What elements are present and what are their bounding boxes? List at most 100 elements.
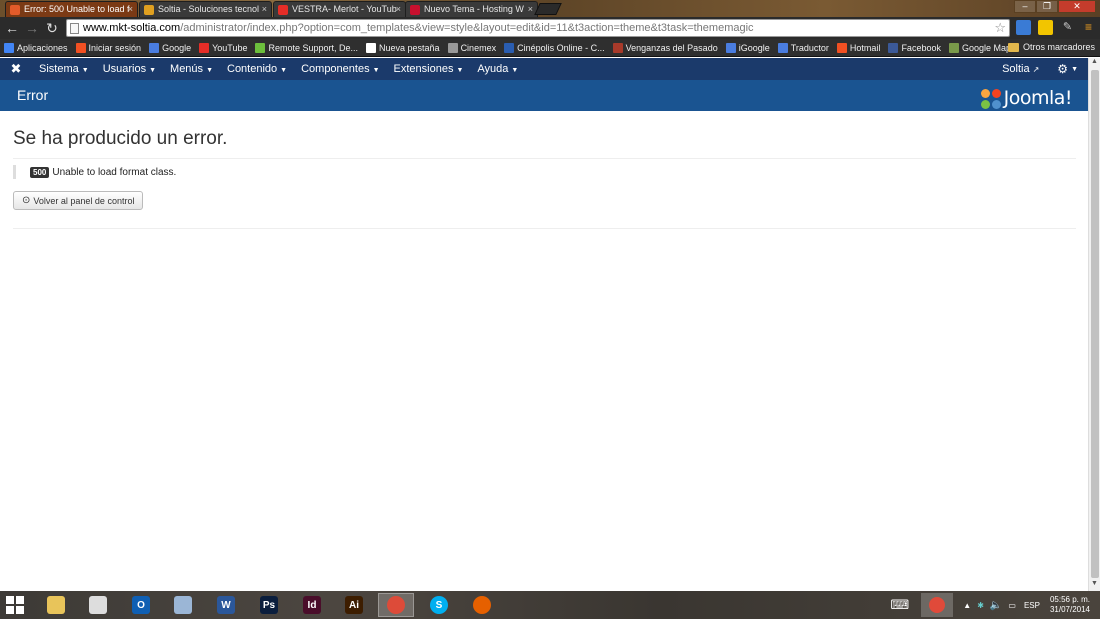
nav-menu-item[interactable]: Componentes ▼ (294, 63, 386, 75)
bookmark-item[interactable]: Iniciar sesión (75, 42, 141, 53)
chevron-down-icon: ▼ (511, 67, 519, 74)
maximize-icon[interactable]: ❐ (1036, 0, 1058, 13)
taskbar-app-explorer[interactable] (38, 593, 74, 617)
taskbar-app-word[interactable]: W (208, 593, 244, 617)
bookmark-item[interactable]: Remote Support, De... (255, 42, 358, 53)
forward-arrow-icon[interactable]: → (24, 20, 40, 36)
browser-tab[interactable]: Soltia - Soluciones tecnol × (139, 1, 272, 17)
vertical-scrollbar[interactable]: ▲ ▼ (1088, 58, 1100, 591)
bookmark-favicon-icon (504, 42, 515, 53)
scroll-down-icon[interactable]: ▼ (1089, 580, 1100, 591)
tab-close-icon[interactable]: × (396, 2, 401, 17)
bookmark-item[interactable]: Aplicaciones (4, 42, 68, 53)
pen-icon[interactable]: ✎ (1060, 20, 1075, 35)
explorer-icon (47, 596, 65, 614)
tab-title: Error: 500 Unable to load f (24, 4, 130, 14)
chrome-menu-icon[interactable]: ≡ (1081, 20, 1096, 35)
taskbar-app-chrome[interactable] (378, 593, 414, 617)
extension-notes-icon[interactable] (1038, 20, 1053, 35)
taskbar-app-skype[interactable]: S (421, 593, 457, 617)
bookmark-favicon-icon (199, 42, 210, 53)
other-bookmarks[interactable]: Otros marcadores (1007, 42, 1095, 52)
taskbar-app-indesign[interactable]: Id (294, 593, 330, 617)
network-tray-icon[interactable]: ✱ (977, 601, 984, 610)
browser-tab[interactable]: Error: 500 Unable to load f × (5, 1, 138, 17)
nav-menu-item[interactable]: Usuarios ▼ (96, 63, 163, 75)
bookmark-label: Venganzas del Pasado (625, 42, 718, 53)
bookmarks-bar: Aplicaciones Iniciar sesión Google YouTube R… (0, 39, 1100, 57)
taskbar-app-photoshop[interactable]: Ps (251, 593, 287, 617)
back-to-dashboard-button[interactable]: ⊙ Volver al panel de control (13, 191, 144, 210)
nav-menu-item[interactable]: Ayuda ▼ (470, 63, 525, 75)
bookmark-item[interactable]: Cinépolis Online - C... (504, 42, 605, 53)
bookmark-item[interactable]: Nueva pestaña (366, 42, 440, 53)
monitor-icon[interactable]: ▭ (1008, 601, 1016, 610)
keyboard-icon[interactable]: ⌨ (891, 597, 910, 613)
tab-favicon-icon (144, 5, 154, 15)
scrollbar-thumb[interactable] (1091, 70, 1099, 578)
language-indicator[interactable]: ESP (1024, 601, 1040, 610)
apps-grid-icon (89, 596, 107, 614)
bookmark-item[interactable]: Hotmail (836, 42, 881, 53)
bookmark-item[interactable]: Venganzas del Pasado (612, 42, 718, 53)
back-arrow-icon[interactable]: ← (4, 20, 20, 36)
windows-taskbar: O W Ps Id Ai S ⌨ ▲ ✱ 🔈 ▭ ESP 05:56 p. m. 31/0… (0, 591, 1100, 619)
joomla-logo-icon[interactable]: ✖ (0, 58, 32, 80)
nav-menu-item[interactable]: Extensiones ▼ (387, 63, 471, 75)
chevron-down-icon: ▼ (372, 67, 380, 74)
error-message: 500 Unable to load format class. (13, 165, 1076, 179)
bookmark-label: Cinépolis Online - C... (517, 42, 605, 53)
notification-app-icon[interactable] (921, 593, 954, 617)
bookmark-favicon-icon (255, 42, 266, 53)
back-button-label: Volver al panel de control (33, 195, 135, 206)
volume-icon[interactable]: 🔈 (990, 600, 1002, 611)
tab-title: Soltia - Soluciones tecnol (158, 4, 260, 14)
error-code-badge: 500 (30, 166, 50, 178)
gear-icon[interactable]: ⚙ (1057, 62, 1068, 76)
reload-icon[interactable]: ↻ (44, 20, 60, 36)
minimize-icon[interactable]: – (1014, 0, 1036, 13)
nav-menu-label: Extensiones (393, 63, 454, 75)
bookmark-item[interactable]: Traductor (777, 42, 829, 53)
tab-close-icon[interactable]: × (128, 2, 133, 17)
bookmark-star-icon[interactable]: ☆ (994, 20, 1006, 36)
bookmark-item[interactable]: Google (149, 42, 191, 53)
address-bar[interactable]: www.mkt-soltia.com/administrator/index.p… (66, 19, 1010, 37)
nav-menu-label: Componentes (301, 63, 370, 75)
taskbar-app-illustrator[interactable]: Ai (336, 593, 372, 617)
nav-menu-item[interactable]: Menús ▼ (163, 63, 220, 75)
new-tab-button[interactable] (534, 3, 562, 15)
scroll-up-icon[interactable]: ▲ (1089, 58, 1100, 69)
taskbar-app-paint[interactable] (165, 593, 201, 617)
tab-favicon-icon (10, 5, 20, 15)
bookmark-item[interactable]: Facebook (888, 42, 941, 53)
windows-start-icon[interactable] (6, 596, 26, 614)
clock[interactable]: 05:56 p. m. 31/07/2014 (1050, 595, 1090, 615)
bookmark-label: Aplicaciones (17, 42, 68, 53)
nav-menu-item[interactable]: Sistema ▼ (32, 63, 96, 75)
clock-time: 05:56 p. m. (1049, 595, 1090, 604)
browser-tab[interactable]: VESTRA- Merlot - YouTub × (273, 1, 406, 17)
site-link[interactable]: Soltia (1002, 63, 1030, 75)
tab-close-icon[interactable]: × (528, 2, 533, 17)
tab-close-icon[interactable]: × (262, 2, 267, 17)
url-host: www.mkt-soltia.com (83, 22, 181, 34)
bookmark-label: Hotmail (849, 42, 881, 53)
folder-icon (1007, 42, 1019, 52)
bookmark-item[interactable]: iGoogle (725, 42, 770, 53)
taskbar-app-apps-grid[interactable] (80, 593, 116, 617)
browser-toolbar: ← → ↻ www.mkt-soltia.com/administrator/i… (0, 17, 1100, 39)
tab-favicon-icon (410, 5, 420, 15)
nav-menu-item[interactable]: Contenido ▼ (220, 63, 294, 75)
bookmark-item[interactable]: YouTube (199, 42, 247, 53)
bookmark-item[interactable]: Cinemex (447, 42, 496, 53)
taskbar-app-outlook[interactable]: O (123, 593, 159, 617)
tray-expand-icon[interactable]: ▲ (963, 601, 971, 610)
browser-tab[interactable]: Nuevo Tema - Hosting W × (405, 1, 538, 17)
taskbar-app-firefox[interactable] (464, 593, 500, 617)
extension-icon[interactable] (1016, 20, 1031, 35)
system-tray: ⌨ ▲ ✱ 🔈 ▭ ESP 05:56 p. m. 31/07/2014 (891, 591, 1100, 619)
bookmark-label: Nueva pestaña (379, 42, 440, 53)
close-window-icon[interactable]: ✕ (1058, 0, 1096, 13)
bookmark-item[interactable]: Google Maps (948, 42, 1016, 53)
